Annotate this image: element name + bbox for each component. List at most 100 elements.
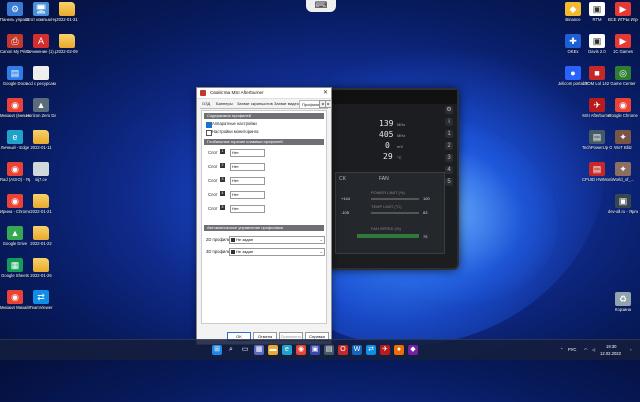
section-auto-profiles: Автоматическое управление профилями — [204, 225, 324, 231]
folder-icon — [59, 2, 75, 16]
desktop-icon[interactable]: 2022-01-21 — [26, 194, 56, 214]
afterburner-profile-3-button[interactable]: 3 — [445, 154, 453, 162]
gpuz-icon: ▤ — [589, 130, 605, 144]
desktop-icon[interactable]: 2022-01-26 — [26, 258, 56, 278]
fan-speed-bar[interactable] — [357, 234, 419, 238]
afterburner-info-icon[interactable]: i — [445, 118, 453, 126]
chrome-icon: ◉ — [7, 98, 23, 112]
auto-profile-select[interactable]: Не задан ⌄ — [229, 236, 325, 244]
profile-hotkey-field[interactable]: Нет — [230, 149, 265, 157]
profile-hotkey-field[interactable]: Нет — [230, 163, 265, 171]
chevron-down-icon: ⌄ — [319, 249, 323, 254]
profile-slot-number: 1 — [220, 149, 225, 154]
desktop-icon-label: 2022-02-09 — [56, 49, 78, 54]
folder-icon — [59, 34, 75, 48]
profile-slot-label: Слот — [208, 150, 218, 155]
desktop-icon[interactable]: ▶ВСЕ ИГРЫ Игровой ц... — [608, 2, 638, 22]
gpuz-taskbar-icon[interactable]: ▤ — [324, 345, 334, 355]
dialog-titlebar[interactable]: Свойства MSI Afterburner ✕ — [197, 88, 331, 99]
wot-blitz-icon: ✦ — [615, 130, 631, 144]
afterburner-profile-4-button[interactable]: 4 — [445, 166, 453, 174]
desktop-icon[interactable]: ♻ Корзина — [608, 292, 638, 312]
app-taskbar-icon[interactable]: ● — [394, 345, 404, 355]
teamviewer-taskbar-icon[interactable]: ⇄ — [366, 345, 376, 355]
desktop-icon[interactable]: 2022-02-09 — [52, 34, 82, 54]
desktop-icon[interactable]: acd с ресурсами — [26, 66, 56, 86]
power-limit-slider[interactable] — [371, 198, 419, 200]
afterburner-profile-5-button[interactable]: 5 — [445, 178, 453, 186]
desktop-icon-label: World_of_... — [611, 177, 635, 182]
close-icon[interactable]: ✕ — [323, 89, 328, 96]
auto-profile-value: Не задан — [236, 237, 254, 242]
profile-slot-number: 2 — [220, 163, 225, 168]
temperature-unit: °C — [397, 155, 402, 160]
tab-scroll-right-icon[interactable]: ▸ — [325, 100, 332, 108]
app-icon: ▣ — [589, 34, 605, 48]
taskbar: ⊞ ⌕ ▭ ▦ ▬ e ◉ ▣ ▤ O W ⇄ ✈ ● ◆ ⌃ РУС ◠ ◁ … — [0, 339, 640, 360]
edge-icon[interactable]: e — [282, 345, 292, 355]
desktop-icon[interactable]: sij7.ce — [26, 162, 56, 182]
app2-taskbar-icon[interactable]: ◆ — [408, 345, 418, 355]
profiles-tab-content: Содержимое профилей Аппаратные настройки… — [201, 110, 327, 324]
widgets-icon[interactable]: ▦ — [254, 345, 264, 355]
keyboard-icon[interactable]: ⌨ — [306, 0, 336, 12]
desktop-icon[interactable]: ▲Horizon Zero Dawn — [26, 98, 56, 118]
desktop-icon[interactable]: ⇄ TeamViewer — [26, 290, 56, 310]
profile-hotkey-field[interactable]: Нет — [230, 205, 265, 213]
chrome-icon[interactable]: ◉ — [296, 345, 306, 355]
app-icon: ▣ — [615, 194, 631, 208]
afterburner-profile-2-button[interactable]: 2 — [445, 142, 453, 150]
games-icon: ▶ — [615, 2, 631, 16]
temp-limit-slider[interactable] — [371, 212, 419, 214]
task-view-icon[interactable]: ▭ — [240, 345, 250, 355]
chevron-down-icon: ⌄ — [319, 237, 323, 242]
profile-hotkey-field[interactable]: Нет — [230, 177, 265, 185]
auto-profile-select[interactable]: Не задан ⌄ — [229, 248, 325, 256]
clock-date[interactable]: 12.02.2022 — [600, 351, 621, 356]
tab-osd[interactable]: ОЗД — [200, 100, 212, 107]
desktop-icon-label: 2022-01-22 — [30, 241, 52, 246]
desktop-icon[interactable]: ✦ WoT Blitz — [608, 130, 638, 150]
recycle-bin-icon: ♻ — [615, 292, 631, 306]
word-icon[interactable]: W — [352, 345, 362, 355]
desktop-icon[interactable]: 2022-01-11 — [26, 130, 56, 150]
profile-hotkey-field[interactable]: Нет — [230, 191, 265, 199]
desktop-icon[interactable]: ◎ Game Center — [608, 66, 638, 86]
afterburner-properties-dialog: Свойства MSI Afterburner ✕ ОЗД Баннеры З… — [196, 87, 332, 345]
tab-screenshots[interactable]: Захват скриншотов — [235, 100, 275, 107]
language-indicator[interactable]: РУС — [568, 347, 576, 352]
memory-clock-value: 405 — [379, 130, 394, 139]
dialog-title: Свойства MSI Afterburner — [210, 90, 264, 95]
desktop-icon[interactable]: ◉ Google Chrome — [608, 98, 638, 118]
control-panel-icon: ⚙ — [7, 2, 23, 16]
desktop-icon-label: ВСЕ ИГРЫ Игровой ц... — [608, 17, 638, 22]
clock-time[interactable]: 19:30 — [606, 344, 616, 349]
notification-icon[interactable]: ▫ — [630, 347, 632, 352]
volume-icon[interactable]: ◁ — [592, 347, 595, 352]
desktop-icon[interactable]: ▣dev-all.ru - Ярлык — [608, 194, 638, 214]
profile-slot-number: 3 — [220, 177, 225, 182]
start-icon[interactable]: ⊞ — [212, 345, 222, 355]
file-icon — [33, 66, 49, 80]
afterburner-taskbar-icon[interactable]: ✈ — [380, 345, 390, 355]
tray-chevron-icon[interactable]: ⌃ — [560, 347, 564, 352]
afterburner-settings-icon[interactable]: ⚙ — [445, 106, 453, 114]
desktop-icon[interactable]: ▶ 1С Games — [608, 34, 638, 54]
desktop-icon[interactable]: 2022-01-31 — [52, 2, 82, 22]
fan-speed-value: 75 — [423, 234, 428, 239]
opera-icon[interactable]: O — [338, 345, 348, 355]
folder-icon — [33, 226, 49, 240]
search-icon[interactable]: ⌕ — [226, 345, 236, 355]
afterburner-topbar — [327, 90, 457, 104]
hardware-settings-label: Аппаратные настройки — [212, 121, 257, 126]
file-explorer-icon[interactable]: ▬ — [268, 345, 278, 355]
afterburner-profile-1-button[interactable]: 1 — [445, 130, 453, 138]
voltage-unit: mV — [397, 144, 403, 149]
desktop-icon[interactable]: ✦ World_of_... — [608, 162, 638, 182]
desktop-icon[interactable]: 2022-01-22 — [26, 226, 56, 246]
store-icon[interactable]: ▣ — [310, 345, 320, 355]
tab-video[interactable]: Захват видео — [272, 100, 301, 107]
tab-banners[interactable]: Баннеры — [214, 100, 235, 107]
google-drive-icon: ▲ — [7, 226, 23, 240]
network-icon[interactable]: ◠ — [584, 347, 588, 352]
